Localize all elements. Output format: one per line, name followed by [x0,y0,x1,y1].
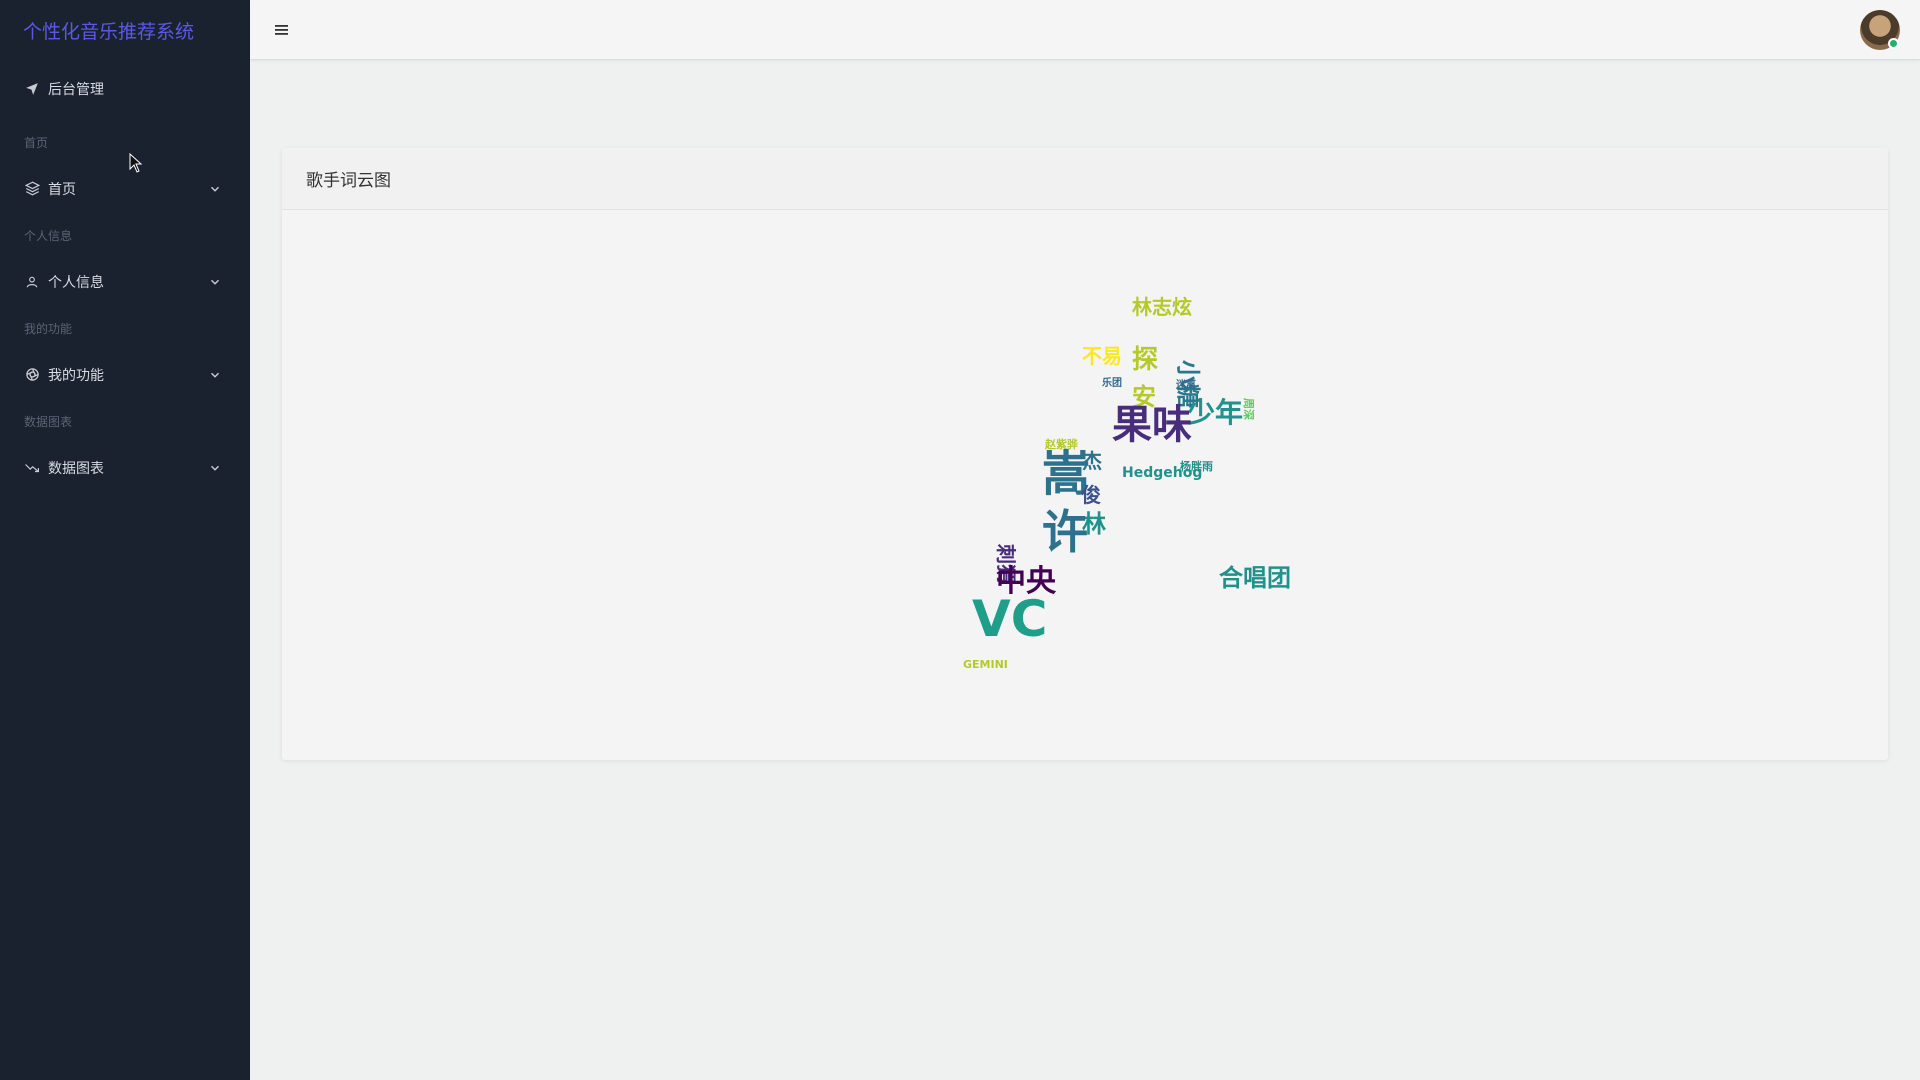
wordcloud-word: 许 [1042,505,1088,559]
wordcloud-word: 迷离 [1175,378,1196,391]
online-status-dot [1888,38,1899,49]
sidebar-item-label: 后台管理 [48,82,104,98]
sidebar-heading-profile: 个人信息 [24,228,73,243]
sidebar-heading-functions: 我的功能 [24,321,73,336]
sidebar-item-label: 个人信息 [48,274,104,291]
sidebar-heading-home: 首页 [24,135,49,150]
wordcloud-word: 少年 [1187,396,1243,429]
send-icon [24,81,40,97]
sidebar-item-label: 数据图表 [48,460,104,477]
chevron-down-icon [208,275,222,289]
sidebar-item-profile[interactable]: 个人信息 [0,259,250,304]
wordcloud-word: 林志炫 [1132,295,1192,319]
sidebar-item-label: 首页 [48,181,76,198]
wordcloud-word: 合唱团 [1219,564,1291,592]
sidebar-heading-charts: 数据图表 [24,414,73,429]
sidebar-item-admin[interactable]: 后台管理 [0,60,250,118]
wordcloud-word: 果味 [1112,402,1192,448]
wordcloud-word: 乐团 [1102,376,1122,389]
wordcloud: 林志炫小糖不易 探乐团 迷离周深安 少年果味赵紫骅嵩杰 Hedgehog杨胖雨俊林许刺猬… [963,295,1291,671]
app-title[interactable]: 个性化音乐推荐系统 [0,0,250,60]
sidebar-item-charts[interactable]: 数据图表 [0,445,250,490]
mouse-cursor-icon [129,153,143,173]
wordcloud-card: 歌手词云图 林志炫 小糖 不易探乐团 迷离 周深安少年 果味 赵紫骅嵩杰 Hedgehog 杨胖… [282,148,1888,760]
chevron-down-icon [208,368,222,382]
chevron-down-icon [208,182,222,196]
sidebar-item-label: 我的功能 [48,367,104,384]
top-header [250,0,1920,60]
card-title: 歌手词云图 [282,148,1888,210]
sidebar-item-functions[interactable]: 我的功能 [0,352,250,397]
avatar[interactable] [1860,10,1900,50]
user-icon [24,274,40,290]
aperture-icon [24,367,40,383]
wordcloud-word: GEMINI [963,658,1008,671]
sidebar-item-home[interactable]: 首页 [0,166,250,211]
wordcloud-word: 不易 [1082,344,1122,368]
wordcloud-word: 杨胖雨 [1180,459,1213,473]
chevron-down-icon [208,461,222,475]
trending-down-icon [24,460,40,476]
sidebar: 个性化音乐推荐系统 后台管理 首页 首页 个人信息 个人信息 我的功能 我的功能 [0,0,250,1080]
menu-icon[interactable] [274,22,290,38]
wordcloud-word: 探 [1132,345,1158,375]
wordcloud-word: VC [972,590,1047,648]
wordcloud-word: 周深 [1242,398,1256,420]
wordcloud-word: 俊 [1081,483,1101,507]
layers-icon [24,181,40,197]
wordcloud-word: 杰 [1082,449,1102,473]
